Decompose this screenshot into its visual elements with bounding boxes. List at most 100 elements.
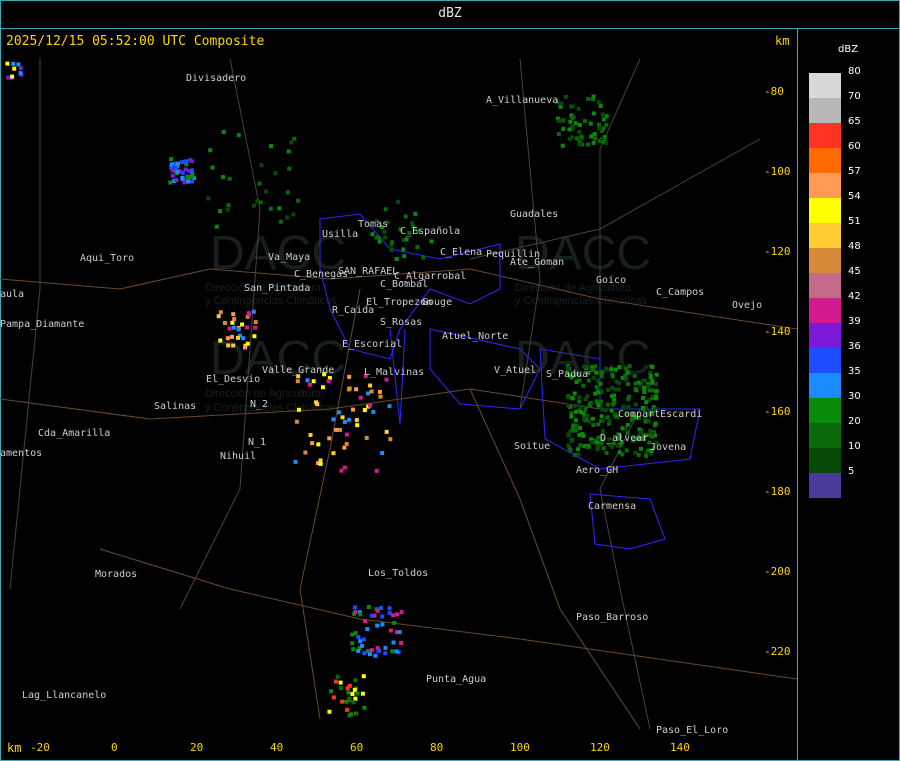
radar-echo-pixel [331, 695, 336, 700]
x-tick-label: -20 [30, 741, 50, 754]
radar-echo-pixel [226, 203, 231, 208]
radar-echo-pixel [559, 101, 564, 106]
place-label: Paso_El_Loro [656, 725, 728, 736]
radar-echo-pixel [570, 104, 575, 109]
radar-echo-pixel [396, 199, 401, 204]
radar-echo-pixel [350, 692, 355, 697]
radar-echo-pixel [307, 382, 312, 387]
radar-echo-pixel [346, 387, 351, 392]
radar-echo-pixel [588, 403, 593, 408]
radar-echo-pixel [293, 459, 298, 464]
radar-echo-pixel [654, 372, 659, 377]
radar-echo-pixel [218, 338, 223, 343]
radar-echo-pixel [577, 122, 582, 127]
radar-echo-pixel [170, 173, 175, 178]
radar-echo-pixel [589, 134, 594, 139]
radar-echo-pixel [609, 385, 614, 390]
radar-echo-pixel [576, 106, 581, 111]
radar-echo-pixel [383, 207, 388, 212]
radar-echo-pixel [368, 383, 373, 388]
radar-echo-pixel [231, 343, 236, 348]
place-label: Aero_GH [576, 465, 618, 476]
place-label: Pampa_Diamante [0, 319, 84, 330]
radar-echo-pixel [578, 410, 583, 415]
radar-echo-pixel [572, 452, 577, 457]
radar-echo-pixel [318, 461, 323, 466]
place-label: Valle_Grande [262, 365, 334, 376]
radar-echo-pixel [231, 325, 236, 330]
legend-level-label: 5 [848, 466, 855, 477]
radar-echo-pixel [623, 426, 628, 431]
radar-echo-pixel [218, 209, 223, 214]
radar-echo-pixel [320, 385, 325, 390]
place-label: Gouge [422, 297, 452, 308]
legend-level-label: 70 [848, 91, 861, 102]
radar-echo-pixel [214, 224, 219, 229]
radar-echo-pixel [208, 148, 213, 153]
radar-echo-pixel [278, 219, 283, 224]
radar-echo-pixel [582, 119, 587, 124]
radar-echo-pixel [617, 365, 622, 370]
radar-echo-pixel [616, 381, 621, 386]
radar-echo-pixel [363, 619, 368, 624]
radar-echo-pixel [18, 71, 23, 76]
place-label: Tomas [358, 219, 388, 230]
radar-echo-pixel [18, 66, 23, 71]
radar-echo-pixel [252, 203, 257, 208]
radar-echo-pixel [344, 432, 349, 437]
radar-echo-pixel [604, 114, 609, 119]
radar-echo-pixel [591, 111, 596, 116]
radar-echo-pixel [591, 375, 596, 380]
radar-echo-pixel [236, 327, 241, 332]
legend-level-label: 20 [848, 416, 861, 427]
radar-echo-pixel [273, 171, 278, 176]
radar-echo-pixel [182, 180, 187, 185]
legend-swatch [809, 248, 841, 273]
legend-swatch [809, 473, 841, 498]
radar-echo-pixel [609, 444, 614, 449]
radar-echo-pixel [346, 690, 351, 695]
radar-echo-pixel [395, 612, 400, 617]
radar-echo-pixel [636, 453, 641, 458]
radar-echo-pixel [289, 140, 294, 145]
radar-echo-pixel [582, 416, 587, 421]
radar-echo-pixel [189, 159, 194, 164]
radar-echo-pixel [226, 343, 231, 348]
radar-map[interactable]: DACC DACC DACC DACC Dirección de Agricul… [0, 29, 797, 761]
radar-echo-pixel [644, 453, 649, 458]
radar-echo-pixel [575, 136, 580, 141]
radar-echo-pixel [403, 214, 408, 219]
radar-echo-pixel [590, 440, 595, 445]
radar-echo-pixel [305, 378, 310, 383]
radar-echo-pixel [391, 640, 396, 645]
radar-echo-pixel [180, 159, 185, 164]
radar-echo-pixel [225, 207, 230, 212]
radar-echo-pixel [605, 402, 610, 407]
radar-echo-pixel [356, 635, 361, 640]
radar-echo-pixel [354, 387, 359, 392]
radar-echo-pixel [568, 448, 573, 453]
radar-echo-pixel [583, 407, 588, 412]
radar-echo-pixel [331, 451, 336, 456]
radar-echo-pixel [308, 432, 313, 437]
radar-echo-pixel [216, 314, 221, 319]
radar-echo-pixel [365, 627, 370, 632]
radar-echo-pixel [394, 649, 399, 654]
radar-echo-pixel [394, 257, 399, 262]
radar-echo-pixel [353, 610, 358, 615]
radar-echo-pixel [387, 611, 392, 616]
radar-echo-pixel [251, 309, 256, 314]
y-tick-label: -220 [764, 645, 791, 658]
legend-color-bar [809, 73, 841, 498]
radar-echo-pixel [644, 400, 649, 405]
radar-echo-pixel [347, 417, 352, 422]
radar-echo-pixel [596, 390, 601, 395]
radar-echo-pixel [577, 129, 582, 134]
radar-echo-pixel [170, 168, 175, 173]
legend-level-label: 80 [848, 66, 861, 77]
radar-echo-pixel [653, 381, 658, 386]
radar-echo-pixel [369, 648, 374, 653]
radar-echo-pixel [350, 641, 355, 646]
legend-swatch [809, 348, 841, 373]
radar-echo-pixel [616, 443, 621, 448]
